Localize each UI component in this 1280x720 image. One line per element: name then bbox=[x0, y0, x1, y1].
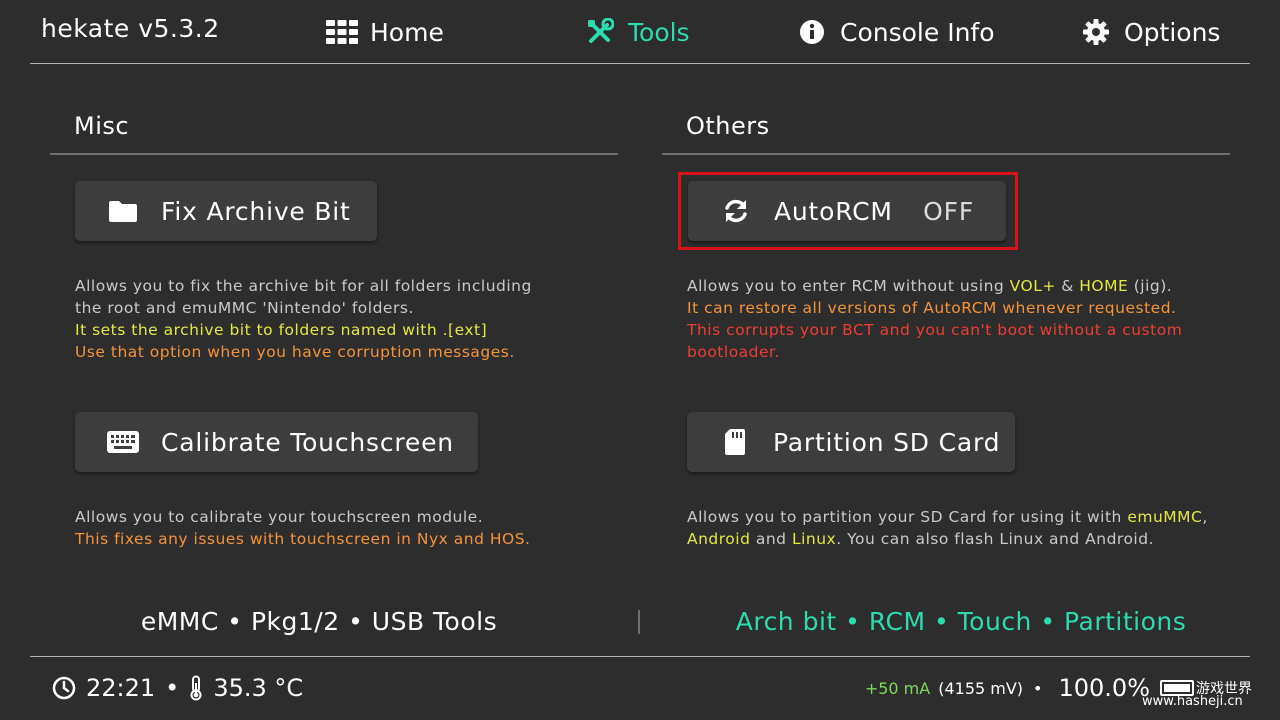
status-right: +50 mA (4155 mV) • 100.0% bbox=[865, 672, 1150, 704]
app-title: hekate v5.3.2 bbox=[41, 14, 220, 43]
desc-text: . You can also flash Linux and Android. bbox=[836, 530, 1154, 548]
desc-line: Allows you to partition your SD Card for… bbox=[687, 506, 1208, 528]
partition-sd-card-description: Allows you to partition your SD Card for… bbox=[687, 506, 1208, 550]
tab-console-info-label: Console Info bbox=[840, 17, 995, 47]
desc-line: It can restore all versions of AutoRCM w… bbox=[687, 299, 1177, 317]
calibrate-touchscreen-button[interactable]: Calibrate Touchscreen bbox=[75, 412, 478, 472]
tools-icon bbox=[584, 16, 616, 48]
tab-home-label: Home bbox=[370, 17, 444, 47]
fix-archive-bit-button[interactable]: Fix Archive Bit bbox=[75, 181, 377, 241]
tab-console-info[interactable]: Console Info bbox=[796, 14, 995, 50]
desc-line: Use that option when you have corruption… bbox=[75, 343, 515, 361]
calibrate-touchscreen-description: Allows you to calibrate your touchscreen… bbox=[75, 506, 530, 550]
tab-tools-label: Tools bbox=[628, 17, 690, 47]
footer-divider bbox=[30, 656, 1250, 657]
desc-text: Allows you to enter RCM without using bbox=[687, 277, 1010, 295]
grid-icon bbox=[326, 16, 358, 48]
battery-current: +50 mA bbox=[864, 678, 931, 698]
tab-home[interactable]: Home bbox=[326, 14, 444, 50]
desc-line: Allows you to enter RCM without using VO… bbox=[687, 275, 1182, 297]
desc-text: & bbox=[1055, 277, 1080, 295]
status-temperature: 35.3 °C bbox=[213, 674, 304, 702]
tab-options[interactable]: Options bbox=[1080, 14, 1220, 50]
battery-percentage: 100.0% bbox=[1058, 674, 1150, 702]
desc-text: and bbox=[750, 530, 792, 548]
status-time: 22:21 bbox=[86, 674, 156, 702]
fix-archive-bit-description: Allows you to fix the archive bit for al… bbox=[75, 275, 532, 363]
desc-line: Allows you to calibrate your touchscreen… bbox=[75, 508, 484, 526]
desc-highlight: HOME bbox=[1079, 277, 1129, 295]
folder-icon bbox=[105, 195, 141, 227]
tools-list-right: Arch bit • RCM • Touch • Partitions bbox=[735, 607, 1187, 636]
desc-line: It sets the archive bit to folders named… bbox=[75, 321, 488, 339]
desc-highlight: Linux bbox=[791, 530, 837, 548]
desc-highlight: emuMMC bbox=[1127, 508, 1203, 526]
desc-highlight: Android bbox=[687, 530, 751, 548]
thermometer-icon bbox=[189, 675, 203, 701]
tab-tools[interactable]: Tools bbox=[584, 14, 690, 50]
gear-icon bbox=[1080, 16, 1112, 48]
status-dot: • bbox=[1033, 678, 1043, 698]
desc-line: This fixes any issues with touchscreen i… bbox=[75, 530, 531, 548]
desc-highlight: VOL+ bbox=[1009, 277, 1056, 295]
info-icon bbox=[796, 16, 828, 48]
desc-line: bootloader. bbox=[687, 343, 780, 361]
status-left: 22:21 • 35.3 °C bbox=[52, 672, 303, 704]
tab-options-label: Options bbox=[1124, 17, 1221, 47]
tools-list-left: eMMC • Pkg1/2 • USB Tools bbox=[140, 607, 498, 636]
partition-sd-card-button[interactable]: Partition SD Card bbox=[687, 412, 1015, 472]
desc-line: Android and Linux. You can also flash Li… bbox=[687, 528, 1208, 550]
section-divider-misc bbox=[50, 153, 618, 155]
header-divider bbox=[30, 63, 1250, 64]
watermark-url: www.hasheji.cn bbox=[1142, 694, 1243, 709]
desc-text: (jig). bbox=[1128, 277, 1173, 295]
keyboard-icon bbox=[105, 426, 141, 458]
sd-card-icon bbox=[717, 426, 753, 458]
clock-icon bbox=[52, 676, 76, 700]
fix-archive-bit-label: Fix Archive Bit bbox=[161, 196, 351, 226]
hekate-tools-screen: hekate v5.3.2 Home Tools Console Info Op… bbox=[0, 0, 1280, 720]
section-divider-others bbox=[662, 153, 1230, 155]
desc-line: This corrupts your BCT and you can't boo… bbox=[687, 321, 1183, 339]
desc-line: Allows you to fix the archive bit for al… bbox=[75, 277, 532, 295]
desc-line: the root and emuMMC 'Nintendo' folders. bbox=[75, 299, 414, 317]
tools-separator bbox=[638, 610, 640, 634]
desc-text: Allows you to partition your SD Card for… bbox=[687, 508, 1128, 526]
section-title-others: Others bbox=[686, 112, 770, 140]
header: hekate v5.3.2 Home Tools Console Info Op… bbox=[0, 0, 1280, 64]
battery-voltage: (4155 mV) bbox=[938, 678, 1024, 698]
calibrate-touchscreen-label: Calibrate Touchscreen bbox=[161, 427, 454, 457]
status-dot: • bbox=[165, 674, 180, 702]
partition-sd-card-label: Partition SD Card bbox=[773, 427, 1001, 457]
autorcm-highlight-box bbox=[678, 172, 1018, 250]
section-title-misc: Misc bbox=[74, 112, 130, 140]
autorcm-description: Allows you to enter RCM without using VO… bbox=[687, 275, 1182, 363]
desc-text: , bbox=[1202, 508, 1208, 526]
